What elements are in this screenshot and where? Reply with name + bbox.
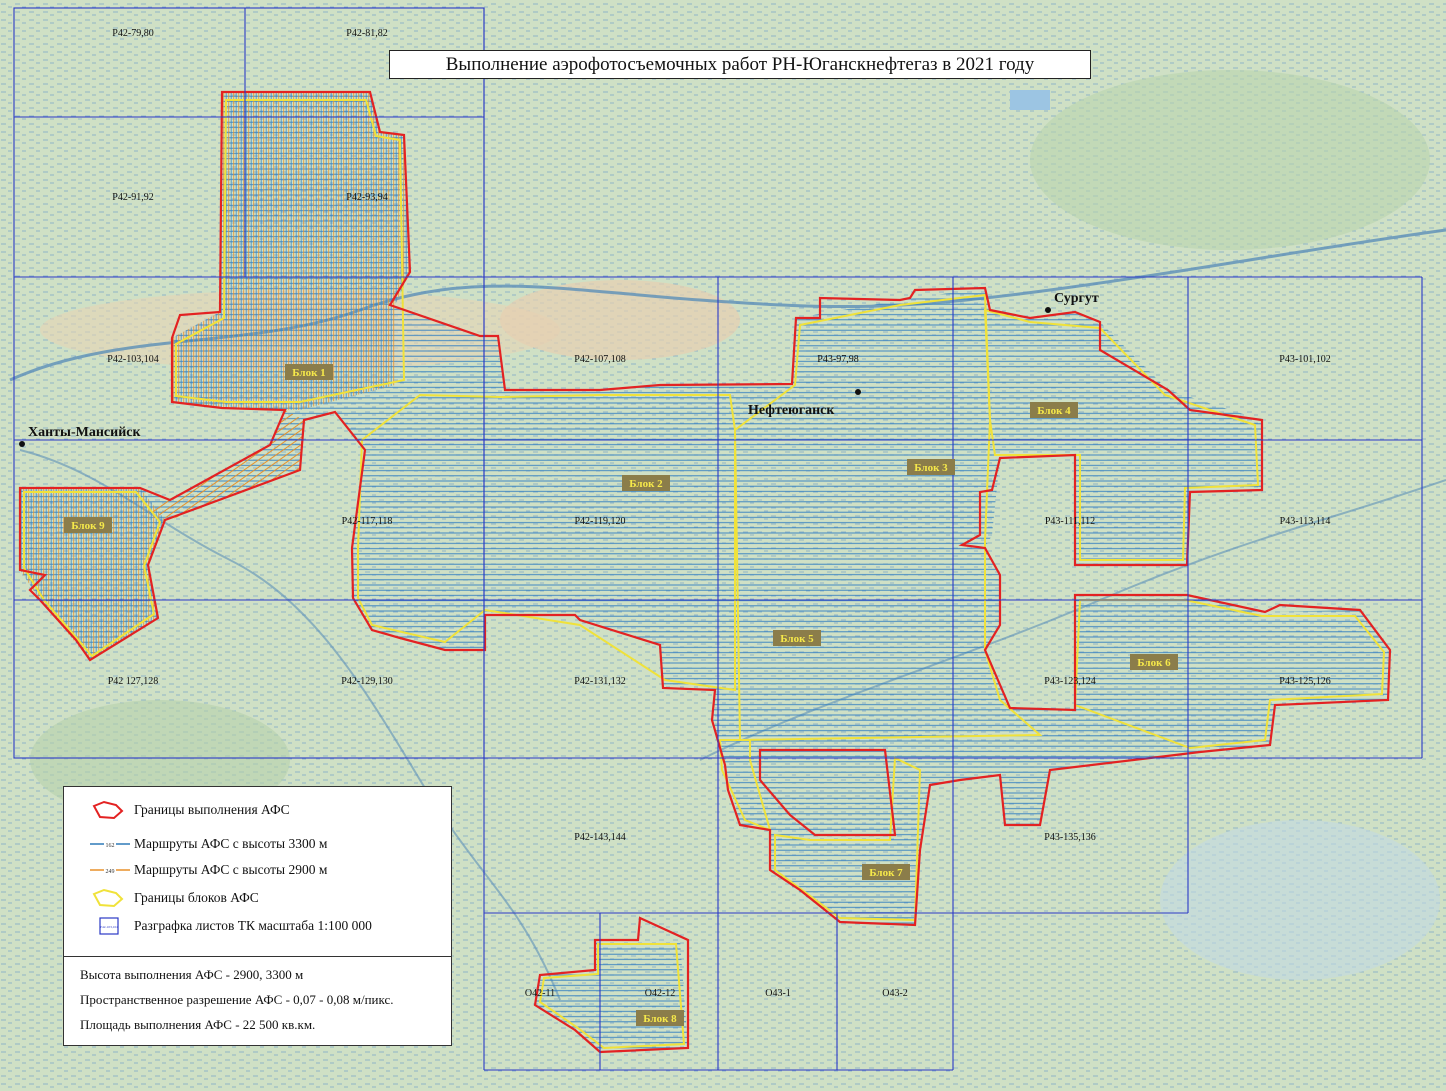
block-label-text: Блок 7 [869, 867, 903, 879]
sheet-label: P42-117,118 [342, 516, 393, 527]
legend-label: Границы выполнения АФС [134, 802, 290, 817]
sheet-label: P42 127,128 [108, 676, 159, 687]
block-label-text: Блок 1 [292, 367, 325, 379]
sheet-label: P43-101,102 [1279, 354, 1330, 365]
sheet-label: P42-143,144 [574, 832, 625, 843]
block-label-text: Блок 3 [914, 462, 948, 474]
legend-item-boundary: Границы выполнения АФС [64, 799, 451, 821]
legend-sheet-tag: P42-103,104 [100, 925, 118, 930]
legend-item-route-3300: 162 Маршруты АФС с высоты 3300 м [64, 833, 451, 855]
city-marker [855, 389, 861, 395]
info-area: Площадь выполнения АФС - 22 500 кв.км. [80, 1017, 316, 1032]
legend: Границы выполнения АФС 162 Маршруты АФС … [63, 786, 452, 957]
block-label-2: Блок 2 [622, 475, 670, 491]
city-marker [1045, 307, 1051, 313]
map-title: Выполнение аэрофотосъемочных работ РН-Юг… [389, 50, 1091, 79]
city-label-nefteyugansk: Нефтеюганск [748, 403, 835, 418]
sheet-label: P42-81,82 [346, 28, 387, 39]
block-label-1: Блок 1 [285, 364, 333, 380]
sheet-label: O42-12 [645, 988, 676, 999]
sheet-label: P43-125,126 [1279, 676, 1330, 687]
info-resolution: Пространственное разрешение АФС - 0,07 -… [80, 992, 394, 1007]
sheet-label: P42-129,130 [341, 676, 392, 687]
sheet-label: P42-119,120 [574, 516, 625, 527]
legend-route-tag: 249 [106, 869, 115, 875]
sheet-label: P42-91,92 [112, 192, 153, 203]
sheet-label: P42-103,104 [107, 354, 158, 365]
sheet-label: P43-135,136 [1044, 832, 1095, 843]
sheet-label: P43-97,98 [817, 354, 858, 365]
sheet-label: O43-1 [765, 988, 791, 999]
block-label-8: Блок 8 [636, 1010, 684, 1026]
sheet-label: P42-93,94 [346, 192, 387, 203]
block-label-text: Блок 6 [1137, 657, 1171, 669]
sheet-label: O42-11 [525, 988, 555, 999]
sheet-label: P43-123,124 [1044, 676, 1095, 687]
block-label-text: Блок 5 [780, 633, 814, 645]
block-label-text: Блок 4 [1037, 405, 1071, 417]
legend-route-tag: 162 [106, 843, 115, 849]
block-label-text: Блок 9 [71, 520, 105, 532]
boundary-swatch-icon [92, 800, 124, 820]
sheet-label: P43-113,114 [1280, 516, 1331, 527]
legend-label: Границы блоков АФС [134, 890, 259, 905]
legend-item-route-2900: 249 Маршруты АФС с высоты 2900 м [64, 859, 451, 881]
block-label-4: Блок 4 [1030, 402, 1078, 418]
legend-label: Разграфка листов ТК масштаба 1:100 000 [134, 918, 372, 933]
legend-item-sheet-grid: P42-103,104 Разграфка листов ТК масштаба… [64, 915, 451, 937]
block-label-7: Блок 7 [862, 864, 910, 880]
legend-label: Маршруты АФС с высоты 3300 м [134, 836, 328, 851]
block-label-9: Блок 9 [64, 517, 112, 533]
city-marker [19, 441, 25, 447]
info-height: Высота выполнения АФС - 2900, 3300 м [80, 967, 304, 982]
sheet-label: P42-107,108 [574, 354, 625, 365]
sheet-label: P42-79,80 [112, 28, 153, 39]
sheet-label: P42-131,132 [574, 676, 625, 687]
block-label-3: Блок 3 [907, 459, 955, 475]
block-label-6: Блок 6 [1130, 654, 1178, 670]
block-label-text: Блок 8 [643, 1013, 677, 1025]
sheet-label: P43-111,112 [1045, 516, 1095, 527]
city-label-surgut: Сургут [1054, 291, 1099, 306]
info-box: Высота выполнения АФС - 2900, 3300 м Про… [63, 956, 452, 1046]
legend-label: Маршруты АФС с высоты 2900 м [134, 862, 328, 877]
sheet-grid-swatch-icon: P42-103,104 [99, 917, 119, 935]
block-label-text: Блок 2 [629, 478, 663, 490]
block-boundary-swatch-icon [92, 888, 124, 908]
route-3300-swatch-icon: 162 [90, 840, 130, 849]
block-label-5: Блок 5 [773, 630, 821, 646]
city-label-khanty-mansiysk: Ханты-Мансийск [28, 425, 141, 440]
sheet-label: O43-2 [882, 988, 908, 999]
route-2900-swatch-icon: 249 [90, 866, 130, 875]
legend-item-block-boundary: Границы блоков АФС [64, 887, 451, 909]
